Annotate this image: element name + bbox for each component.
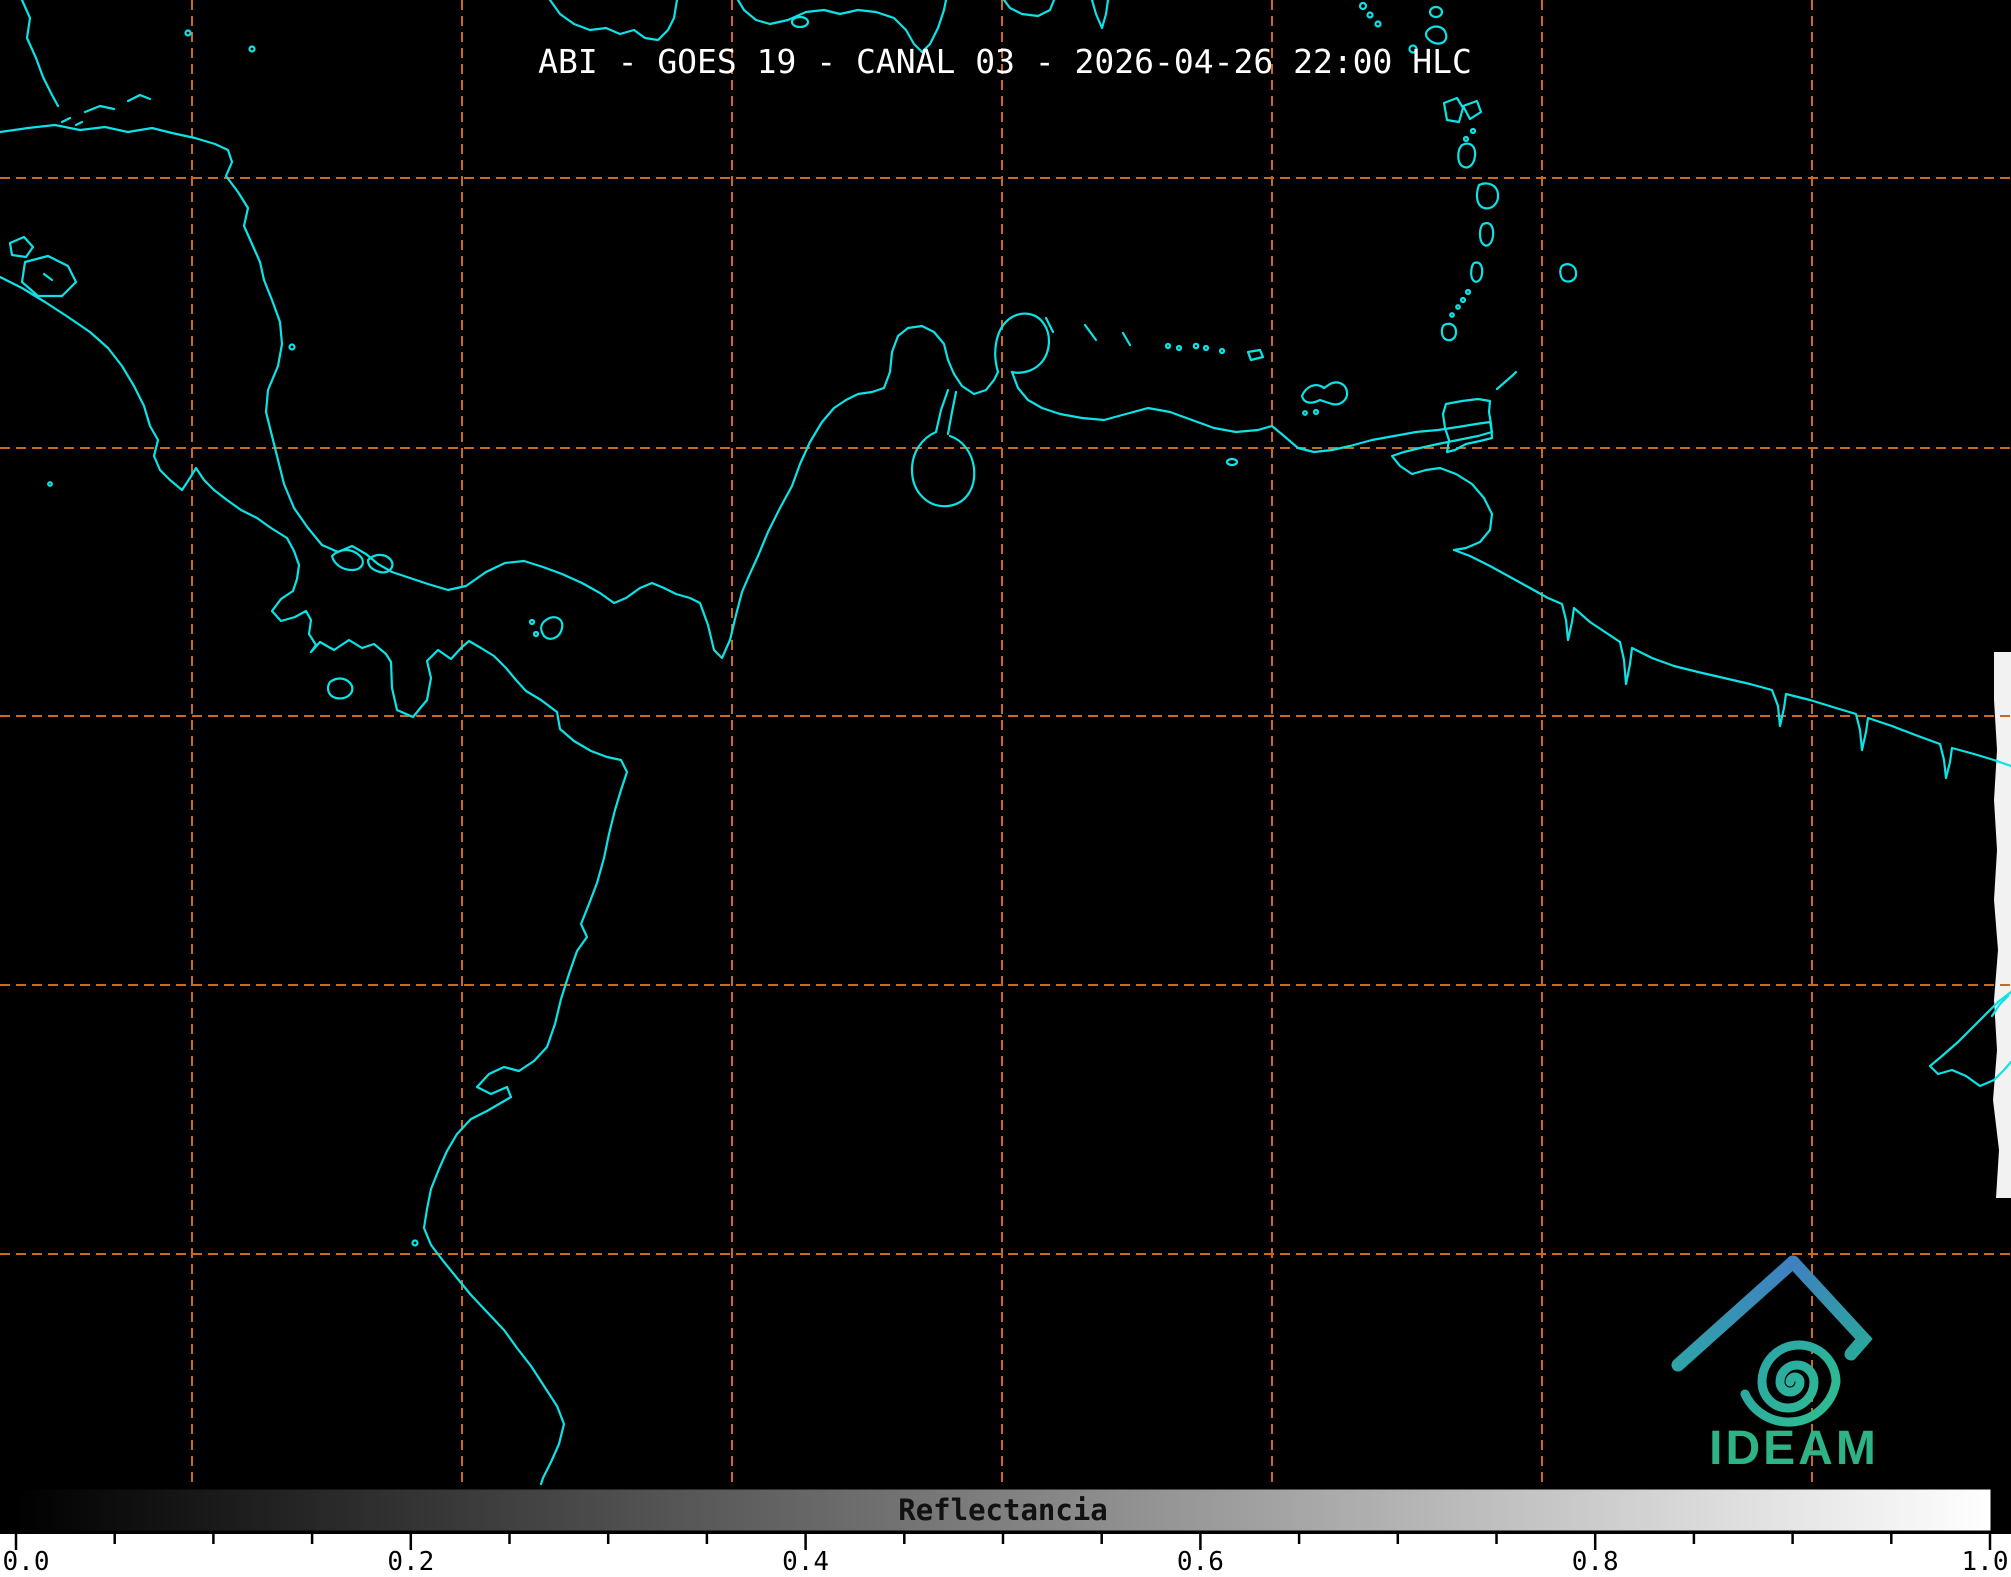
colorbar-tick-label: 0.6: [1177, 1547, 1224, 1577]
colorbar-label: Reflectancia: [898, 1493, 1108, 1527]
colorbar-tick-label: 0.4: [782, 1547, 829, 1577]
colorbar-tick-strip: [0, 1534, 2011, 1577]
colorbar-tick-label: 0.2: [387, 1547, 434, 1577]
colorbar-tick-label: 1.0: [1962, 1547, 2009, 1577]
satellite-image-window: ABI - GOES 19 - CANAL 03 - 2026-04-26 22…: [0, 0, 2011, 1577]
colorbar-tick-label: 0.0: [3, 1547, 50, 1577]
image-title: ABI - GOES 19 - CANAL 03 - 2026-04-26 22…: [538, 42, 1472, 81]
satellite-map-canvas: ABI - GOES 19 - CANAL 03 - 2026-04-26 22…: [0, 0, 2011, 1577]
colorbar-tick-label: 0.8: [1572, 1547, 1619, 1577]
logo-text: IDEAM: [1709, 1422, 1879, 1475]
